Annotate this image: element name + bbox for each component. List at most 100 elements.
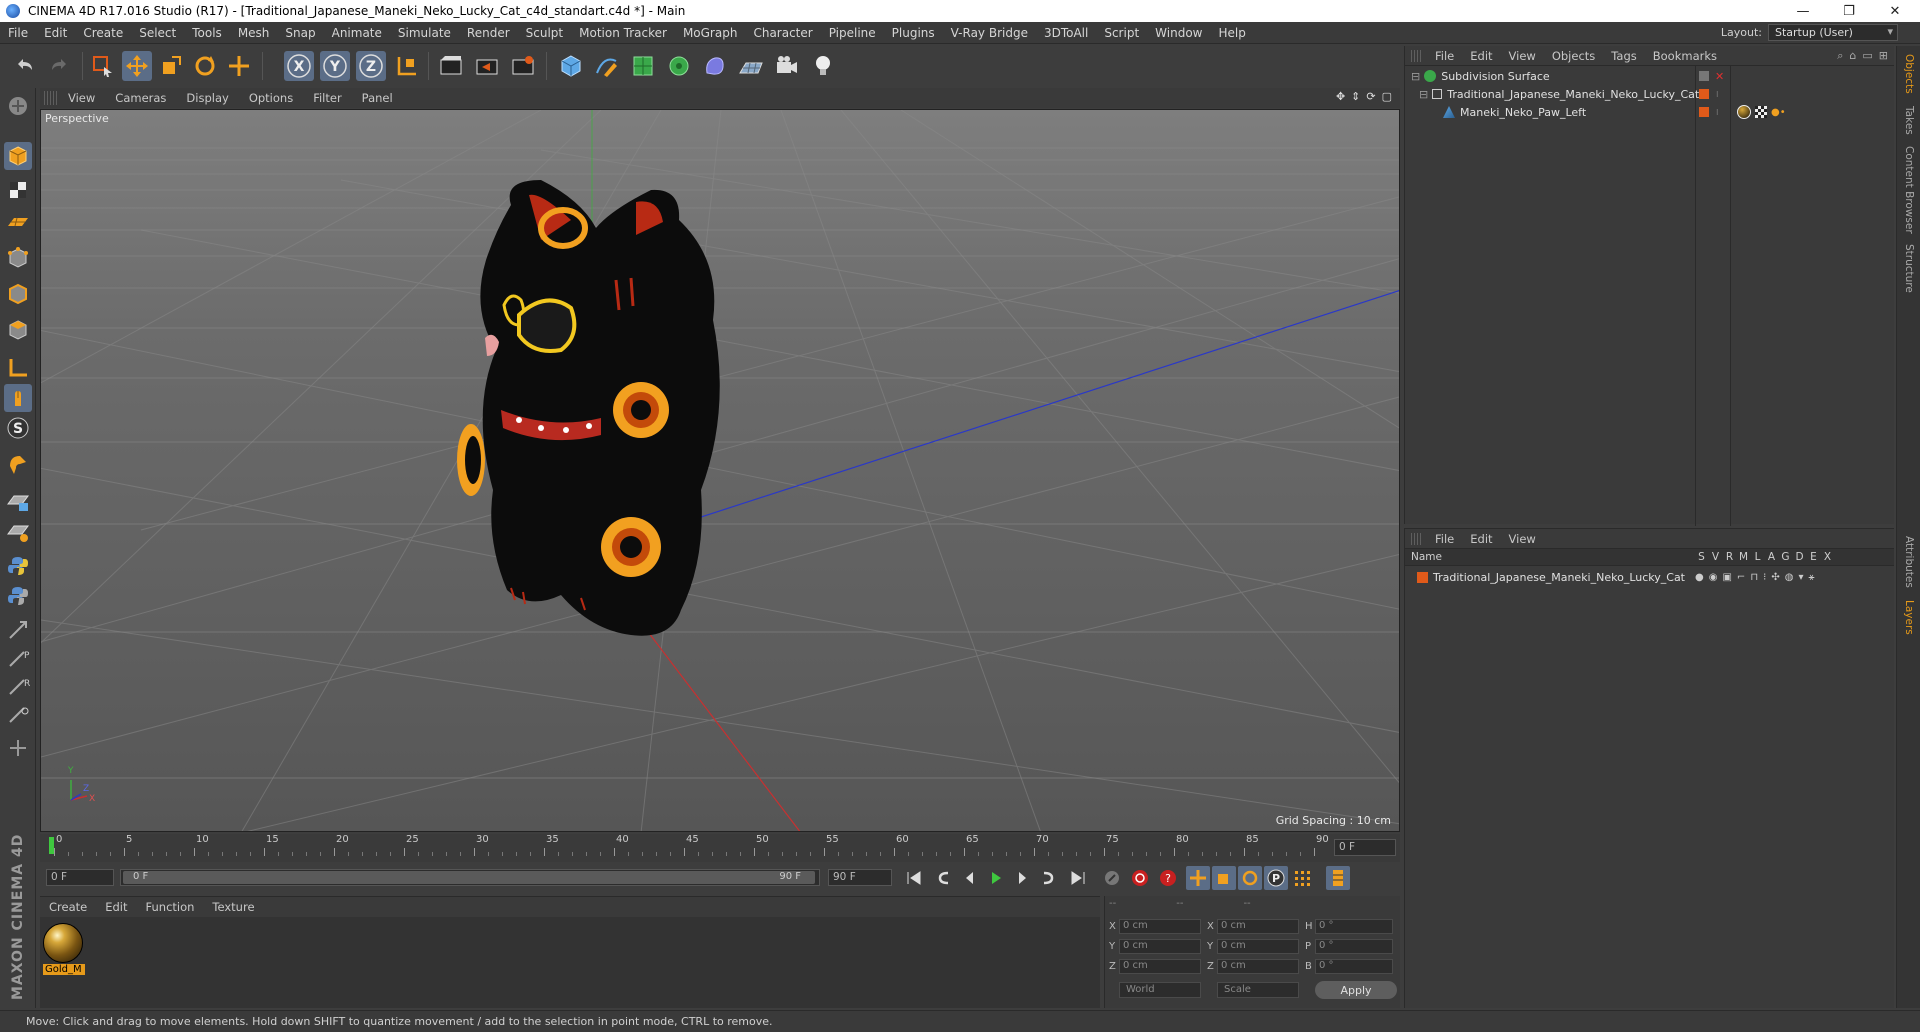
menu-file[interactable]: File [0, 26, 36, 40]
render-picture-viewer-icon[interactable] [472, 51, 502, 81]
plugin-tool-icon[interactable] [4, 616, 32, 644]
previous-frame-icon[interactable] [958, 866, 982, 890]
visibility-dots-icon[interactable]: ⁝ [1716, 90, 1719, 99]
tab-layers[interactable]: Layers [1903, 600, 1915, 635]
camera-icon[interactable] [772, 51, 802, 81]
menu-tools[interactable]: Tools [184, 26, 230, 40]
om-menu-view[interactable]: View [1501, 49, 1544, 63]
tab-content-browser[interactable]: Content Browser [1903, 146, 1915, 234]
workplane-mode-icon[interactable] [4, 208, 32, 236]
timeline-layout-icon[interactable] [1326, 866, 1350, 890]
viewport-menu-cameras[interactable]: Cameras [105, 91, 176, 105]
workplane-lock-icon[interactable] [4, 488, 32, 516]
subdivision-surface-icon[interactable] [628, 51, 658, 81]
timeline-ruler[interactable]: 0 5 10 15 20 25 30 35 40 45 50 55 60 65 70 75 80 85 90 0 F [40, 834, 1400, 862]
minimize-button[interactable]: — [1780, 0, 1826, 22]
next-key-icon[interactable] [1036, 866, 1060, 890]
menu-edit[interactable]: Edit [36, 26, 75, 40]
key-pla-icon[interactable] [1290, 866, 1314, 890]
tab-attributes[interactable]: Attributes [1903, 536, 1915, 588]
om-menu-edit[interactable]: Edit [1462, 49, 1500, 63]
position-y-field[interactable]: 0 cm [1119, 938, 1201, 954]
animation-toggle-icon[interactable]: ⁝ [1763, 572, 1766, 583]
layout-dropdown[interactable]: Startup (User) [1768, 24, 1898, 41]
material-menu-edit[interactable]: Edit [96, 900, 136, 914]
texture-tag-icon[interactable] [1755, 106, 1767, 118]
menu-sculpt[interactable]: Sculpt [518, 26, 571, 40]
plugin-tool-plus-icon[interactable] [4, 734, 32, 762]
key-position-icon[interactable] [1186, 866, 1210, 890]
phong-tag-icon[interactable]: ●• [1771, 107, 1786, 118]
viewport-menu-display[interactable]: Display [176, 91, 238, 105]
menu-3dtoall[interactable]: 3DToAll [1036, 26, 1096, 40]
polygons-mode-icon[interactable] [4, 316, 32, 344]
solo-mode-icon[interactable]: S [4, 414, 32, 442]
coordinate-space-dropdown[interactable]: World [1119, 982, 1201, 998]
deformer-icon[interactable] [700, 51, 730, 81]
solo-toggle-icon[interactable]: ● [1695, 572, 1704, 583]
disabled-x-icon[interactable]: ✕ [1715, 70, 1724, 83]
rotation-h-field[interactable]: 0 ° [1315, 918, 1393, 934]
coordinate-mode-dropdown[interactable]: Scale [1217, 982, 1299, 998]
position-x-field[interactable]: 0 cm [1119, 918, 1201, 934]
lock-toggle-icon[interactable]: ⊓ [1750, 572, 1758, 583]
orbit-icon[interactable]: ⟳ [1366, 90, 1375, 103]
object-row-subdivision-surface[interactable]: ⊟ Subdivision Surface ✕ [1405, 67, 1895, 85]
locked-workplane-icon[interactable] [4, 518, 32, 546]
object-row-maneki-neko[interactable]: ⊟ Traditional_Japanese_Maneki_Neko_Lucky… [1405, 85, 1895, 103]
menu-animate[interactable]: Animate [324, 26, 390, 40]
xref-toggle-icon[interactable]: ⚹ [1808, 572, 1814, 583]
y-axis-icon[interactable]: Y [320, 51, 350, 81]
size-z-field[interactable]: 0 cm [1217, 958, 1299, 974]
tab-structure[interactable]: Structure [1903, 244, 1915, 293]
rotate-icon[interactable] [190, 51, 220, 81]
next-frame-icon[interactable] [1010, 866, 1034, 890]
current-frame-field[interactable]: 0 F [1334, 839, 1396, 856]
z-axis-icon[interactable]: Z [356, 51, 386, 81]
key-parameter-icon[interactable]: P [1264, 866, 1288, 890]
menu-snap[interactable]: Snap [277, 26, 323, 40]
material-menu-create[interactable]: Create [40, 900, 96, 914]
autokeying-icon[interactable] [1128, 866, 1152, 890]
spline-pen-icon[interactable] [592, 51, 622, 81]
pan-icon[interactable]: ✥ [1336, 90, 1345, 103]
move-icon[interactable] [122, 51, 152, 81]
last-tool-icon[interactable] [224, 51, 254, 81]
layer-color-swatch[interactable] [1699, 71, 1709, 81]
menu-plugins[interactable]: Plugins [884, 26, 943, 40]
end-frame-field[interactable]: 90 F [828, 869, 892, 886]
expressions-toggle-icon[interactable]: ▾ [1798, 572, 1803, 583]
previous-key-icon[interactable] [932, 866, 956, 890]
live-selection-icon[interactable] [88, 51, 118, 81]
layer-row[interactable]: Traditional_Japanese_Maneki_Neko_Lucky_C… [1405, 568, 1895, 586]
menu-create[interactable]: Create [75, 26, 131, 40]
x-axis-icon[interactable]: X [284, 51, 314, 81]
play-forward-icon[interactable] [984, 866, 1008, 890]
material-tag-icon[interactable] [1737, 105, 1751, 119]
object-row-paw-left[interactable]: Maneki_Neko_Paw_Left ⁝ ●• [1405, 103, 1895, 121]
start-frame-field[interactable]: 0 F [46, 869, 114, 886]
material-menu-function[interactable]: Function [137, 900, 204, 914]
layer-color-swatch[interactable] [1699, 107, 1709, 117]
frame-range-slider[interactable]: 0 F 90 F [120, 869, 820, 886]
tab-objects[interactable]: Objects [1903, 54, 1915, 94]
perspective-viewport[interactable]: Perspective Grid Spacing : 10 cm Y Z X [40, 109, 1400, 832]
menu-script[interactable]: Script [1096, 26, 1147, 40]
keyframe-selection-icon[interactable]: ? [1156, 866, 1180, 890]
new-view-icon[interactable]: ▭ [1862, 49, 1872, 63]
viewport-menu-options[interactable]: Options [239, 91, 303, 105]
texture-mode-icon[interactable] [4, 176, 32, 204]
menu-motion-tracker[interactable]: Motion Tracker [571, 26, 675, 40]
render-view-icon[interactable] [436, 51, 466, 81]
viewport-menu-view[interactable]: View [58, 91, 105, 105]
lm-menu-view[interactable]: View [1501, 532, 1544, 546]
deformers-toggle-icon[interactable]: ◍ [1785, 572, 1794, 583]
render-toggle-icon[interactable]: ▣ [1722, 572, 1731, 583]
menu-character[interactable]: Character [745, 26, 820, 40]
menu-mesh[interactable]: Mesh [230, 26, 278, 40]
maximize-button[interactable]: ❐ [1826, 0, 1872, 22]
python-script-icon[interactable] [4, 582, 32, 610]
plugin-tool-p-icon[interactable]: P [4, 644, 32, 672]
plugin-tool-eye-icon[interactable] [4, 700, 32, 728]
generators-toggle-icon[interactable]: ✣ [1771, 572, 1779, 583]
